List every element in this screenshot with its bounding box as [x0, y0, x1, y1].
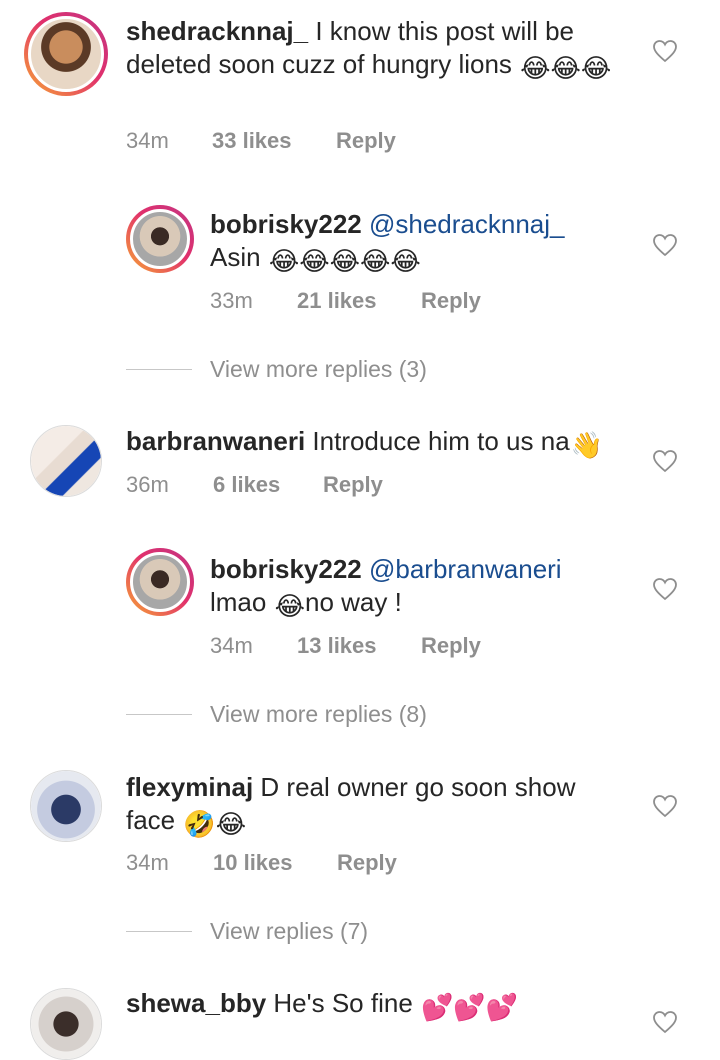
avatar[interactable] — [126, 205, 194, 273]
divider — [126, 369, 192, 370]
comment-meta: 34m 13 likes Reply — [210, 633, 481, 659]
comment-meta: 36m 6 likes Reply — [126, 472, 383, 498]
avatar[interactable] — [30, 988, 102, 1060]
username[interactable]: flexyminaj — [126, 772, 253, 802]
username[interactable]: bobrisky222 — [210, 554, 362, 584]
comment-text: shedracknnaj_ I know this post will be d… — [126, 15, 626, 85]
comment-meta: 34m 10 likes Reply — [126, 850, 397, 876]
comment-text: barbranwaneri Introduce him to us na👋 — [126, 425, 626, 462]
view-more-label: View more replies (3) — [210, 356, 427, 382]
timestamp: 36m — [126, 472, 169, 497]
username[interactable]: bobrisky222 — [210, 209, 362, 239]
timestamp: 34m — [126, 128, 169, 153]
likes-count[interactable]: 13 likes — [297, 633, 421, 659]
username[interactable]: barbranwaneri — [126, 426, 305, 456]
comment-body-tail: no way ! — [304, 587, 402, 617]
heart-icon[interactable] — [652, 794, 678, 818]
rofl-emoji-icon: 🤣😂 — [183, 809, 247, 839]
avatar[interactable] — [126, 548, 194, 616]
heart-icon[interactable] — [652, 1010, 678, 1034]
mention-link[interactable]: @shedracknnaj_ — [369, 209, 565, 239]
likes-count[interactable]: 6 likes — [213, 472, 323, 498]
username[interactable]: shedracknnaj_ — [126, 16, 308, 46]
laugh-emoji-icon: 😂😂😂😂😂 — [268, 246, 421, 276]
comment-meta: 33m 21 likes Reply — [210, 288, 481, 314]
divider — [126, 714, 192, 715]
comment-text: flexyminaj D real owner go soon show fac… — [126, 771, 626, 841]
laugh-emoji-icon: 😂 — [274, 591, 305, 621]
laugh-emoji-icon: 😂😂😂 — [520, 53, 612, 83]
reply-button[interactable]: Reply — [421, 633, 481, 659]
likes-count[interactable]: 33 likes — [212, 128, 336, 154]
likes-count[interactable]: 10 likes — [213, 850, 337, 876]
view-replies-button[interactable]: View replies (7) — [126, 918, 368, 945]
comment-text: bobrisky222 @barbranwaneri lmao 😂no way … — [210, 553, 630, 623]
username[interactable]: shewa_bby — [126, 988, 266, 1018]
comment-text: bobrisky222 @shedracknnaj_ Asin 😂😂😂😂😂 — [210, 208, 630, 278]
waving-hand-emoji-icon: 👋 — [570, 430, 604, 460]
reply-button[interactable]: Reply — [421, 288, 481, 314]
avatar[interactable] — [30, 770, 102, 842]
view-more-label: View more replies (8) — [210, 701, 427, 727]
view-more-replies-button[interactable]: View more replies (3) — [126, 356, 427, 383]
hearts-emoji-icon: 💕💕💕 — [421, 992, 519, 1022]
heart-icon[interactable] — [652, 233, 678, 257]
comment-body: lmao — [210, 587, 267, 617]
timestamp: 34m — [126, 850, 169, 875]
comment-text: shewa_bby He's So fine 💕💕💕 — [126, 987, 626, 1024]
divider — [126, 931, 192, 932]
heart-icon[interactable] — [652, 449, 678, 473]
reply-button[interactable]: Reply — [336, 128, 396, 154]
reply-button[interactable]: Reply — [323, 472, 383, 498]
likes-count[interactable]: 21 likes — [297, 288, 421, 314]
comment-body: He's So fine — [273, 988, 413, 1018]
timestamp: 33m — [210, 288, 253, 313]
heart-icon[interactable] — [652, 577, 678, 601]
reply-button[interactable]: Reply — [337, 850, 397, 876]
view-more-label: View replies (7) — [210, 918, 369, 944]
avatar[interactable] — [30, 425, 102, 497]
timestamp: 34m — [210, 633, 253, 658]
heart-icon[interactable] — [652, 39, 678, 63]
mention-link[interactable]: @barbranwaneri — [369, 554, 562, 584]
comment-meta: 34m 33 likes Reply — [126, 128, 396, 154]
comment-body: Asin — [210, 242, 261, 272]
view-more-replies-button[interactable]: View more replies (8) — [126, 701, 427, 728]
avatar[interactable] — [24, 12, 108, 96]
comment-body: Introduce him to us na — [312, 426, 570, 456]
